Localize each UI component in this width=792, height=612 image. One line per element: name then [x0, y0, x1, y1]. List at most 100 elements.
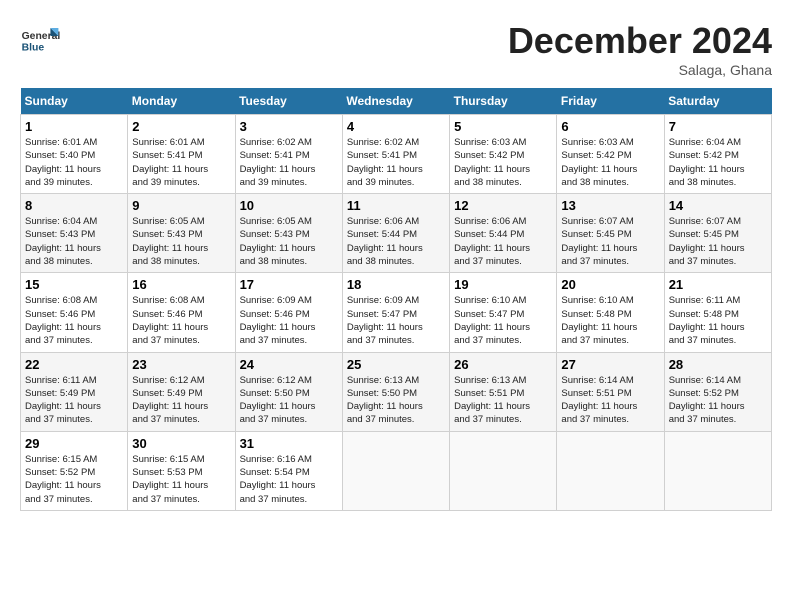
calendar-cell: 12 Sunrise: 6:06 AM Sunset: 5:44 PM Dayli… — [450, 194, 557, 273]
day-number: 7 — [669, 119, 767, 134]
title-section: December 2024 Salaga, Ghana — [508, 20, 772, 78]
calendar-cell: 11Sunrise: 6:06 AM Sunset: 5:44 PM Dayli… — [342, 194, 449, 273]
calendar-cell: 16 Sunrise: 6:08 AM Sunset: 5:46 PM Dayli… — [128, 273, 235, 352]
day-number: 27 — [561, 357, 659, 372]
calendar-cell: 8Sunrise: 6:04 AM Sunset: 5:43 PM Daylig… — [21, 194, 128, 273]
calendar-cell: 27Sunrise: 6:14 AM Sunset: 5:51 PM Dayli… — [557, 352, 664, 431]
day-info: Sunrise: 6:11 AM Sunset: 5:49 PM Dayligh… — [25, 374, 123, 427]
day-number: 13 — [561, 198, 659, 213]
calendar-cell: 17 Sunrise: 6:09 AM Sunset: 5:46 PM Dayli… — [235, 273, 342, 352]
day-info: Sunrise: 6:08 AM Sunset: 5:46 PM Dayligh… — [25, 294, 123, 347]
day-info: Sunrise: 6:08 AM Sunset: 5:46 PM Dayligh… — [132, 294, 230, 347]
calendar-week-5: 29Sunrise: 6:15 AM Sunset: 5:52 PM Dayli… — [21, 431, 772, 510]
day-info: Sunrise: 6:05 AM Sunset: 5:43 PM Dayligh… — [132, 215, 230, 268]
calendar-cell: 1 Sunrise: 6:01 AM Sunset: 5:40 PM Daylig… — [21, 115, 128, 194]
calendar-cell — [664, 431, 771, 510]
calendar-cell: 28 Sunrise: 6:14 AM Sunset: 5:52 PM Dayli… — [664, 352, 771, 431]
calendar-header-row: SundayMondayTuesdayWednesdayThursdayFrid… — [21, 88, 772, 115]
day-number: 1 — [25, 119, 123, 134]
calendar-cell: 9 Sunrise: 6:05 AM Sunset: 5:43 PM Daylig… — [128, 194, 235, 273]
day-number: 24 — [240, 357, 338, 372]
day-number: 30 — [132, 436, 230, 451]
svg-text:Blue: Blue — [22, 42, 45, 53]
day-info: Sunrise: 6:15 AM Sunset: 5:53 PM Dayligh… — [132, 453, 230, 506]
calendar-cell: 23Sunrise: 6:12 AM Sunset: 5:49 PM Dayli… — [128, 352, 235, 431]
calendar-week-3: 15 Sunrise: 6:08 AM Sunset: 5:46 PM Dayli… — [21, 273, 772, 352]
day-number: 18 — [347, 277, 445, 292]
calendar-cell: 6 Sunrise: 6:03 AM Sunset: 5:42 PM Daylig… — [557, 115, 664, 194]
day-info: Sunrise: 6:03 AM Sunset: 5:42 PM Dayligh… — [561, 136, 659, 189]
day-number: 11 — [347, 198, 445, 213]
day-number: 28 — [669, 357, 767, 372]
calendar-week-4: 22Sunrise: 6:11 AM Sunset: 5:49 PM Dayli… — [21, 352, 772, 431]
header-sunday: Sunday — [21, 88, 128, 115]
header-wednesday: Wednesday — [342, 88, 449, 115]
calendar-body: 1 Sunrise: 6:01 AM Sunset: 5:40 PM Daylig… — [21, 115, 772, 511]
calendar-table: SundayMondayTuesdayWednesdayThursdayFrid… — [20, 88, 772, 511]
calendar-cell: 25 Sunrise: 6:13 AM Sunset: 5:50 PM Dayli… — [342, 352, 449, 431]
day-info: Sunrise: 6:09 AM Sunset: 5:47 PM Dayligh… — [347, 294, 445, 347]
calendar-cell: 14Sunrise: 6:07 AM Sunset: 5:45 PM Dayli… — [664, 194, 771, 273]
day-number: 20 — [561, 277, 659, 292]
day-number: 10 — [240, 198, 338, 213]
day-info: Sunrise: 6:10 AM Sunset: 5:48 PM Dayligh… — [561, 294, 659, 347]
calendar-cell: 26 Sunrise: 6:13 AM Sunset: 5:51 PM Dayli… — [450, 352, 557, 431]
calendar-week-2: 8Sunrise: 6:04 AM Sunset: 5:43 PM Daylig… — [21, 194, 772, 273]
logo: General Blue — [20, 20, 66, 60]
day-number: 29 — [25, 436, 123, 451]
day-number: 3 — [240, 119, 338, 134]
day-info: Sunrise: 6:07 AM Sunset: 5:45 PM Dayligh… — [561, 215, 659, 268]
calendar-cell — [557, 431, 664, 510]
day-info: Sunrise: 6:07 AM Sunset: 5:45 PM Dayligh… — [669, 215, 767, 268]
calendar-cell: 22Sunrise: 6:11 AM Sunset: 5:49 PM Dayli… — [21, 352, 128, 431]
calendar-cell: 21Sunrise: 6:11 AM Sunset: 5:48 PM Dayli… — [664, 273, 771, 352]
day-info: Sunrise: 6:04 AM Sunset: 5:42 PM Dayligh… — [669, 136, 767, 189]
calendar-cell: 7 Sunrise: 6:04 AM Sunset: 5:42 PM Daylig… — [664, 115, 771, 194]
day-info: Sunrise: 6:13 AM Sunset: 5:50 PM Dayligh… — [347, 374, 445, 427]
calendar-cell — [342, 431, 449, 510]
day-number: 15 — [25, 277, 123, 292]
header-thursday: Thursday — [450, 88, 557, 115]
calendar-cell: 19Sunrise: 6:10 AM Sunset: 5:47 PM Dayli… — [450, 273, 557, 352]
calendar-cell: 15 Sunrise: 6:08 AM Sunset: 5:46 PM Dayli… — [21, 273, 128, 352]
day-info: Sunrise: 6:09 AM Sunset: 5:46 PM Dayligh… — [240, 294, 338, 347]
page-header: General Blue December 2024 Salaga, Ghana — [20, 20, 772, 78]
calendar-cell: 31 Sunrise: 6:16 AM Sunset: 5:54 PM Dayli… — [235, 431, 342, 510]
calendar-cell: 18 Sunrise: 6:09 AM Sunset: 5:47 PM Dayli… — [342, 273, 449, 352]
day-info: Sunrise: 6:02 AM Sunset: 5:41 PM Dayligh… — [240, 136, 338, 189]
header-monday: Monday — [128, 88, 235, 115]
day-number: 17 — [240, 277, 338, 292]
day-number: 25 — [347, 357, 445, 372]
day-info: Sunrise: 6:05 AM Sunset: 5:43 PM Dayligh… — [240, 215, 338, 268]
day-info: Sunrise: 6:14 AM Sunset: 5:52 PM Dayligh… — [669, 374, 767, 427]
day-number: 5 — [454, 119, 552, 134]
day-number: 4 — [347, 119, 445, 134]
header-tuesday: Tuesday — [235, 88, 342, 115]
day-info: Sunrise: 6:11 AM Sunset: 5:48 PM Dayligh… — [669, 294, 767, 347]
day-info: Sunrise: 6:10 AM Sunset: 5:47 PM Dayligh… — [454, 294, 552, 347]
header-friday: Friday — [557, 88, 664, 115]
day-number: 26 — [454, 357, 552, 372]
day-number: 2 — [132, 119, 230, 134]
calendar-week-1: 1 Sunrise: 6:01 AM Sunset: 5:40 PM Daylig… — [21, 115, 772, 194]
month-title: December 2024 — [508, 20, 772, 62]
calendar-cell: 24 Sunrise: 6:12 AM Sunset: 5:50 PM Dayli… — [235, 352, 342, 431]
day-number: 31 — [240, 436, 338, 451]
day-info: Sunrise: 6:13 AM Sunset: 5:51 PM Dayligh… — [454, 374, 552, 427]
day-info: Sunrise: 6:01 AM Sunset: 5:40 PM Dayligh… — [25, 136, 123, 189]
calendar-cell: 5Sunrise: 6:03 AM Sunset: 5:42 PM Daylig… — [450, 115, 557, 194]
day-info: Sunrise: 6:12 AM Sunset: 5:50 PM Dayligh… — [240, 374, 338, 427]
day-number: 12 — [454, 198, 552, 213]
day-info: Sunrise: 6:16 AM Sunset: 5:54 PM Dayligh… — [240, 453, 338, 506]
calendar-cell: 20 Sunrise: 6:10 AM Sunset: 5:48 PM Dayli… — [557, 273, 664, 352]
day-info: Sunrise: 6:06 AM Sunset: 5:44 PM Dayligh… — [454, 215, 552, 268]
day-number: 9 — [132, 198, 230, 213]
location: Salaga, Ghana — [508, 62, 772, 78]
day-number: 6 — [561, 119, 659, 134]
calendar-cell: 30 Sunrise: 6:15 AM Sunset: 5:53 PM Dayli… — [128, 431, 235, 510]
day-info: Sunrise: 6:12 AM Sunset: 5:49 PM Dayligh… — [132, 374, 230, 427]
day-info: Sunrise: 6:02 AM Sunset: 5:41 PM Dayligh… — [347, 136, 445, 189]
calendar-cell: 10 Sunrise: 6:05 AM Sunset: 5:43 PM Dayli… — [235, 194, 342, 273]
calendar-cell: 13 Sunrise: 6:07 AM Sunset: 5:45 PM Dayli… — [557, 194, 664, 273]
day-number: 16 — [132, 277, 230, 292]
